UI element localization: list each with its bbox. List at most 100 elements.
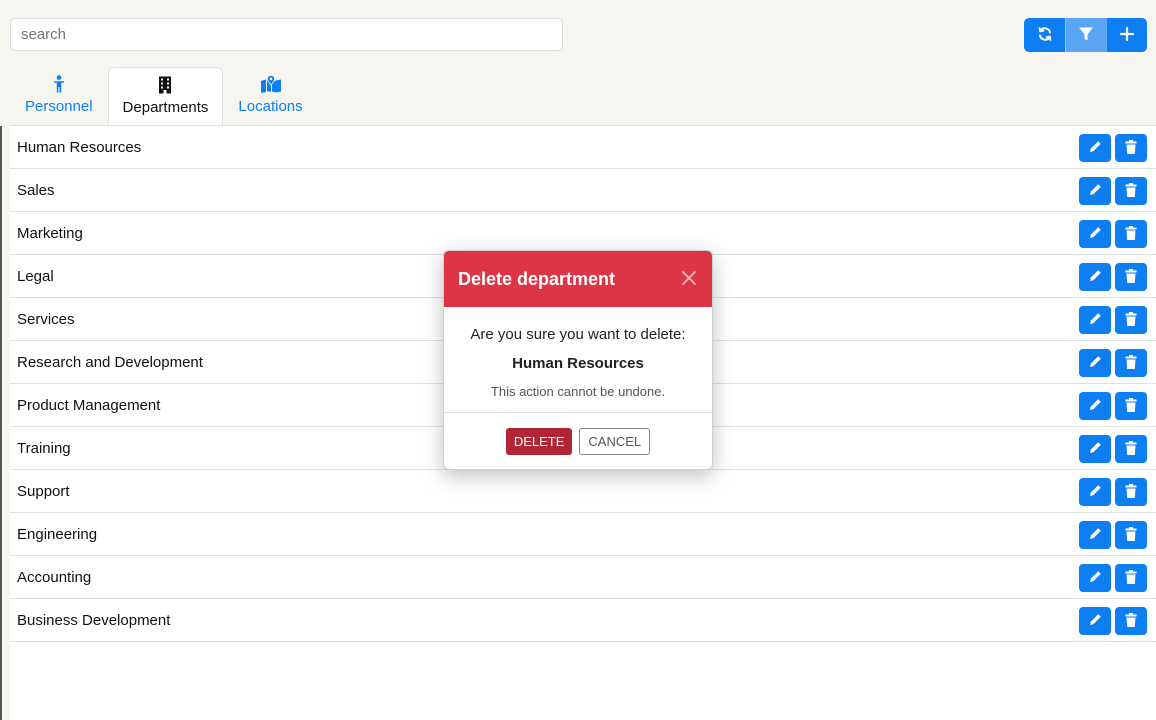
add-button[interactable] bbox=[1106, 18, 1147, 52]
pencil-icon bbox=[1089, 269, 1102, 285]
pencil-icon bbox=[1089, 398, 1102, 414]
header: Personnel Departments bbox=[0, 0, 1156, 126]
search-input[interactable] bbox=[10, 18, 563, 51]
table-row: Accounting bbox=[10, 556, 1156, 599]
department-name: Business Development bbox=[17, 611, 171, 629]
edit-button[interactable] bbox=[1079, 607, 1111, 635]
trash-icon bbox=[1125, 268, 1137, 286]
delete-button[interactable] bbox=[1115, 478, 1147, 506]
edit-button[interactable] bbox=[1079, 306, 1111, 334]
tab-bar: Personnel Departments Locations bbox=[10, 67, 318, 126]
edit-button[interactable] bbox=[1079, 392, 1111, 420]
table-row: Human Resources bbox=[10, 126, 1156, 169]
edit-button[interactable] bbox=[1079, 478, 1111, 506]
pencil-icon bbox=[1089, 226, 1102, 242]
delete-department-modal: Delete department Are you sure you want … bbox=[443, 250, 713, 470]
tab-label: Locations bbox=[238, 98, 303, 115]
pencil-icon bbox=[1089, 312, 1102, 328]
table-row: Sales bbox=[10, 169, 1156, 212]
table-row: Business Development bbox=[10, 599, 1156, 642]
row-actions bbox=[1079, 564, 1147, 592]
building-icon bbox=[158, 75, 172, 95]
refresh-icon bbox=[1037, 26, 1053, 45]
plus-icon bbox=[1119, 26, 1135, 45]
edit-button[interactable] bbox=[1079, 220, 1111, 248]
warning-text: This action cannot be undone. bbox=[490, 384, 666, 399]
row-actions bbox=[1079, 177, 1147, 205]
department-name: Legal bbox=[17, 267, 54, 285]
row-actions bbox=[1079, 607, 1147, 635]
filter-icon bbox=[1078, 26, 1094, 45]
trash-icon bbox=[1125, 182, 1137, 200]
delete-button[interactable] bbox=[1115, 263, 1147, 291]
delete-button[interactable] bbox=[1115, 607, 1147, 635]
row-actions bbox=[1079, 263, 1147, 291]
table-row: Marketing bbox=[10, 212, 1156, 255]
delete-button[interactable] bbox=[1115, 349, 1147, 377]
pencil-icon bbox=[1089, 570, 1102, 586]
trash-icon bbox=[1125, 225, 1137, 243]
tab-label: Personnel bbox=[25, 98, 93, 115]
row-actions bbox=[1079, 435, 1147, 463]
table-row: Engineering bbox=[10, 513, 1156, 556]
delete-button[interactable] bbox=[1115, 220, 1147, 248]
tab-departments[interactable]: Departments bbox=[107, 67, 224, 126]
refresh-button[interactable] bbox=[1024, 18, 1065, 52]
pencil-icon bbox=[1089, 441, 1102, 457]
trash-icon bbox=[1125, 139, 1137, 157]
row-actions bbox=[1079, 349, 1147, 377]
tab-personnel[interactable]: Personnel bbox=[10, 67, 108, 125]
tab-locations[interactable]: Locations bbox=[223, 67, 317, 125]
delete-button[interactable] bbox=[1115, 134, 1147, 162]
department-name: Research and Development bbox=[17, 353, 203, 371]
delete-button[interactable] bbox=[1115, 435, 1147, 463]
trash-icon bbox=[1125, 440, 1137, 458]
tab-label: Departments bbox=[122, 99, 209, 116]
modal-close-button[interactable] bbox=[680, 270, 698, 288]
edit-button[interactable] bbox=[1079, 435, 1111, 463]
edit-button[interactable] bbox=[1079, 349, 1111, 377]
row-actions bbox=[1079, 306, 1147, 334]
department-name: Training bbox=[17, 439, 71, 457]
delete-button[interactable] bbox=[1115, 177, 1147, 205]
delete-button[interactable] bbox=[1115, 521, 1147, 549]
edit-button[interactable] bbox=[1079, 564, 1111, 592]
row-actions bbox=[1079, 392, 1147, 420]
pencil-icon bbox=[1089, 355, 1102, 371]
trash-icon bbox=[1125, 311, 1137, 329]
department-name: Marketing bbox=[17, 224, 83, 242]
pencil-icon bbox=[1089, 484, 1102, 500]
department-name: Engineering bbox=[17, 525, 98, 543]
department-name: Support bbox=[17, 482, 70, 500]
person-icon bbox=[53, 74, 65, 94]
department-name: Human Resources bbox=[17, 138, 142, 156]
modal-body: Are you sure you want to delete: Human R… bbox=[444, 307, 712, 413]
cancel-button[interactable]: CANCEL bbox=[579, 427, 651, 455]
department-to-delete: Human Resources bbox=[512, 355, 644, 372]
close-icon bbox=[681, 270, 697, 289]
row-actions bbox=[1079, 134, 1147, 162]
row-actions bbox=[1079, 478, 1147, 506]
filter-button[interactable] bbox=[1065, 18, 1106, 52]
department-name: Services bbox=[17, 310, 75, 328]
trash-icon bbox=[1125, 354, 1137, 372]
trash-icon bbox=[1125, 483, 1137, 501]
edit-button[interactable] bbox=[1079, 263, 1111, 291]
trash-icon bbox=[1125, 397, 1137, 415]
edit-button[interactable] bbox=[1079, 134, 1111, 162]
row-actions bbox=[1079, 521, 1147, 549]
confirm-delete-button[interactable]: DELETE bbox=[505, 427, 573, 455]
trash-icon bbox=[1125, 569, 1137, 587]
department-name: Product Management bbox=[17, 396, 161, 414]
pencil-icon bbox=[1089, 613, 1102, 629]
trash-icon bbox=[1125, 612, 1137, 630]
row-actions bbox=[1079, 220, 1147, 248]
edit-button[interactable] bbox=[1079, 521, 1111, 549]
department-name: Sales bbox=[17, 181, 55, 199]
delete-button[interactable] bbox=[1115, 564, 1147, 592]
delete-button[interactable] bbox=[1115, 392, 1147, 420]
confirm-text: Are you sure you want to delete: bbox=[470, 326, 686, 343]
delete-button[interactable] bbox=[1115, 306, 1147, 334]
pencil-icon bbox=[1089, 183, 1102, 199]
edit-button[interactable] bbox=[1079, 177, 1111, 205]
